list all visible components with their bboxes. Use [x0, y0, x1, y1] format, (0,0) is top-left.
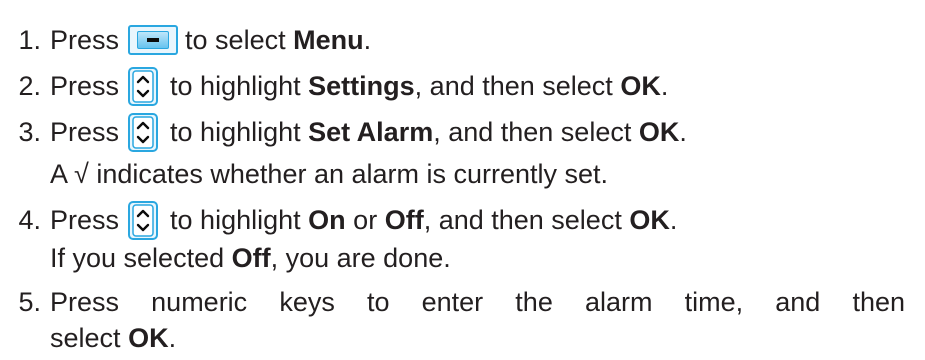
step-text: . — [660, 70, 669, 101]
step-text: Press — [50, 204, 120, 235]
step-number: 2. — [18, 70, 41, 101]
step-text: or — [353, 204, 378, 235]
step-word: then — [852, 286, 905, 317]
off-label: Off — [384, 204, 424, 235]
step-3: 3. Press to highlight Set Alarm , and th… — [0, 110, 687, 154]
step-note-text: If you selected — [50, 242, 225, 273]
step-word: to — [366, 286, 390, 317]
off-label: Off — [231, 242, 271, 273]
step-text: , and then select — [433, 116, 632, 147]
step-number: 4. — [18, 204, 41, 235]
step-2: 2. Press to highlight Settings , and the… — [0, 64, 668, 108]
ok-label: OK — [128, 322, 169, 353]
step-note-text: , you are done. — [270, 242, 451, 273]
step-text: Press — [50, 116, 120, 147]
ok-label: OK — [638, 116, 680, 147]
step-word: and — [775, 286, 821, 317]
step-text: to highlight — [170, 204, 301, 235]
settings-label: Settings — [308, 70, 415, 101]
step-1: 1. Press to select Menu . — [0, 18, 371, 62]
step-text: select — [50, 322, 121, 353]
step-word: time, — [684, 286, 744, 317]
step-text: to highlight — [170, 70, 301, 101]
menu-softkey-icon — [128, 25, 179, 55]
on-label: On — [308, 204, 346, 235]
step-word: alarm — [584, 286, 653, 317]
step-text: , and then select — [414, 70, 613, 101]
up-down-navigation-icon — [128, 66, 159, 106]
step-5-continuation: select OK . — [0, 316, 176, 360]
step-4-note: If you selected Off , you are done. — [0, 236, 451, 280]
step-number: 3. — [18, 116, 41, 147]
step-text: Press — [50, 24, 120, 55]
ok-label: OK — [620, 70, 661, 101]
step-3-note: A √ indicates whether an alarm is curren… — [0, 152, 608, 196]
up-down-navigation-icon — [128, 200, 159, 240]
step-word: numeric — [151, 286, 248, 317]
step-text: , and then select — [423, 204, 622, 235]
menu-label: Menu — [293, 24, 364, 55]
step-number: 1. — [18, 24, 41, 55]
set-alarm-label: Set Alarm — [308, 116, 434, 147]
ok-label: OK — [629, 204, 670, 235]
step-number: 5. — [18, 286, 41, 317]
up-down-navigation-icon — [128, 112, 159, 152]
step-word: the — [515, 286, 553, 317]
step-word: Press — [50, 286, 120, 317]
step-text: . — [168, 322, 177, 353]
step-text: . — [669, 204, 678, 235]
step-text: . — [363, 24, 372, 55]
step-text: . — [679, 116, 687, 147]
step-word: enter — [421, 286, 484, 317]
step-note-text: A √ indicates whether an alarm is curren… — [50, 158, 609, 189]
step-text: Press — [50, 70, 120, 101]
step-text: to highlight — [170, 116, 301, 147]
step-text: to select — [185, 24, 286, 55]
step-word: keys — [279, 286, 335, 317]
step-5-justified-line: Press numeric keys to enter the alarm ti… — [50, 287, 905, 318]
